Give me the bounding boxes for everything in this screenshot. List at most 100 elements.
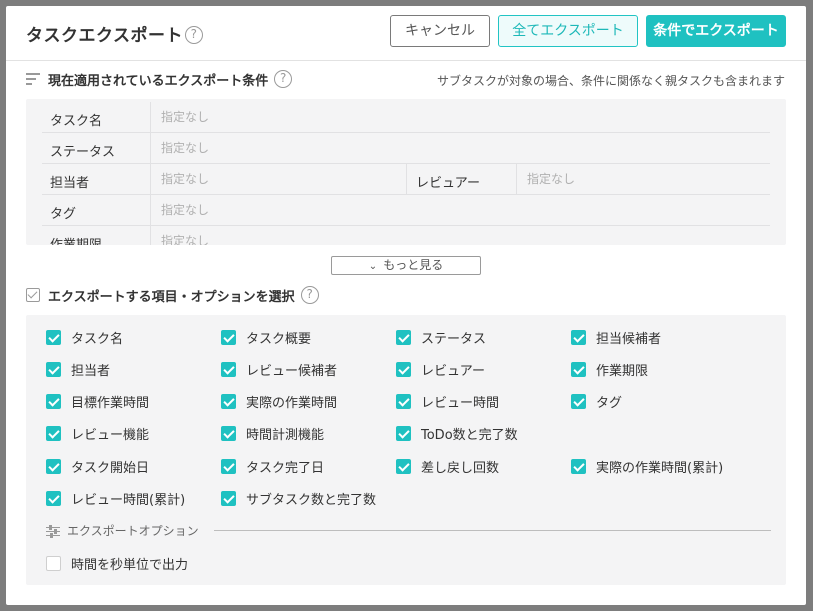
export-all-button[interactable]: 全てエクスポート [498, 15, 638, 47]
option-label: 担当候補者 [596, 331, 662, 347]
condition-value: 指定なし [150, 133, 209, 164]
option-assignee[interactable]: 担当者 [46, 359, 110, 379]
show-more-button[interactable]: ⌄ もっと見る [331, 256, 481, 275]
checkbox[interactable] [221, 393, 236, 409]
condition-value: 指定なし [150, 226, 209, 245]
checkbox[interactable] [46, 425, 61, 441]
option-review-feature[interactable]: レビュー機能 [46, 423, 149, 443]
option-target-work-time[interactable]: 目標作業時間 [46, 391, 149, 411]
condition-value: 指定なし [150, 195, 209, 226]
option-label: 時間を秒単位で出力 [71, 557, 189, 573]
export-options-heading: エクスポートオプション [46, 522, 199, 539]
option-label: サブタスク数と完了数 [246, 492, 377, 508]
condition-label: ステータス [50, 145, 116, 160]
option-todo-count[interactable]: ToDo数と完了数 [396, 423, 518, 443]
option-label: レビュー時間 [421, 395, 500, 411]
conditions-table: タスク名 指定なし ステータス 指定なし 担当者 指定なし レビュアー 指定なし… [26, 99, 786, 245]
checkbox[interactable] [46, 458, 61, 474]
checkbox[interactable] [571, 329, 586, 345]
chevron-down-icon: ⌄ [368, 261, 378, 272]
option-label: ステータス [421, 331, 487, 347]
divider [214, 530, 771, 531]
option-label: レビュー機能 [71, 427, 150, 443]
condition-label: 担当者 [50, 176, 90, 191]
checkbox[interactable] [221, 361, 236, 377]
option-review-time-total[interactable]: レビュー時間(累計) [46, 488, 185, 508]
option-status[interactable]: ステータス [396, 327, 486, 347]
option-task-summary[interactable]: タスク概要 [221, 327, 311, 347]
conditions-heading-label: 現在適用されているエクスポート条件 [48, 73, 269, 89]
option-label: 実際の作業時間(累計) [596, 460, 724, 476]
condition-label: 作業期限 [50, 234, 102, 245]
export-with-conditions-button[interactable]: 条件でエクスポート [646, 15, 786, 47]
condition-value: 指定なし [150, 164, 209, 195]
filter-icon [26, 73, 40, 85]
option-actual-work-time-total[interactable]: 実際の作業時間(累計) [571, 456, 723, 476]
help-icon[interactable]: ? [300, 286, 319, 304]
checkbox[interactable] [396, 425, 411, 441]
option-reviewer[interactable]: レビュアー [396, 359, 485, 379]
checkbox[interactable] [396, 329, 411, 345]
option-label: タスク名 [71, 331, 124, 347]
option-label: レビュアー [421, 363, 485, 379]
checkbox[interactable] [221, 458, 236, 474]
subtask-note: サブタスクが対象の場合、条件に関係なく親タスクも含まれます [436, 74, 785, 88]
condition-row-tag: タグ 指定なし [42, 195, 770, 226]
option-label: 時間計測機能 [246, 427, 325, 443]
option-seconds-unit[interactable]: 時間を秒単位で出力 [46, 553, 188, 573]
export-items-panel: タスク名 タスク概要 ステータス 担当候補者 担当者 レビュー候補者 レビュアー… [26, 315, 786, 585]
condition-label: レビュアー [416, 176, 480, 191]
checkbox[interactable] [571, 361, 586, 377]
export-options-label: エクスポートオプション [67, 524, 199, 538]
conditions-heading: 現在適用されているエクスポート条件 ? [26, 69, 293, 89]
option-tag[interactable]: タグ [571, 391, 622, 411]
checkbox-list-icon [26, 288, 40, 302]
option-reviewer-candidates[interactable]: レビュー候補者 [221, 359, 337, 379]
option-label: レビュー時間(累計) [71, 492, 186, 508]
cancel-button[interactable]: キャンセル [390, 15, 490, 47]
option-label: タスク開始日 [71, 460, 150, 476]
checkbox[interactable] [46, 490, 61, 506]
help-icon[interactable]: ? [185, 25, 203, 44]
items-heading: エクスポートする項目・オプションを選択 ? [26, 285, 319, 305]
option-label: ToDo数と完了数 [421, 427, 518, 443]
option-label: レビュー候補者 [246, 363, 338, 379]
option-label: 目標作業時間 [71, 395, 150, 411]
checkbox[interactable] [46, 555, 61, 571]
option-review-time[interactable]: レビュー時間 [396, 391, 499, 411]
checkbox[interactable] [396, 361, 411, 377]
checkbox[interactable] [221, 425, 236, 441]
option-label: タスク概要 [246, 331, 312, 347]
option-label: 実際の作業時間 [246, 395, 338, 411]
option-task-complete-date[interactable]: タスク完了日 [221, 456, 324, 476]
checkbox[interactable] [221, 329, 236, 345]
option-subtask-count[interactable]: サブタスク数と完了数 [221, 488, 376, 508]
checkbox[interactable] [571, 393, 586, 409]
option-task-name[interactable]: タスク名 [46, 327, 123, 347]
dialog-title: タスクエクスポート? [26, 21, 203, 46]
option-label: 担当者 [71, 363, 111, 379]
checkbox[interactable] [46, 329, 61, 345]
condition-row-due-date: 作業期限 指定なし [42, 226, 770, 245]
checkbox[interactable] [571, 458, 586, 474]
sliders-icon [46, 524, 60, 538]
option-task-start-date[interactable]: タスク開始日 [46, 456, 149, 476]
checkbox[interactable] [46, 393, 61, 409]
export-dialog: タスクエクスポート? キャンセル 全てエクスポート 条件でエクスポート 現在適用… [6, 6, 806, 605]
condition-value: 指定なし [150, 102, 209, 133]
option-time-tracking[interactable]: 時間計測機能 [221, 423, 324, 443]
option-assignee-candidates[interactable]: 担当候補者 [571, 327, 661, 347]
option-actual-work-time[interactable]: 実際の作業時間 [221, 391, 337, 411]
option-label: 作業期限 [596, 363, 649, 379]
condition-row-status: ステータス 指定なし [42, 133, 770, 164]
checkbox[interactable] [221, 490, 236, 506]
help-icon[interactable]: ? [274, 70, 293, 88]
option-due-date[interactable]: 作業期限 [571, 359, 648, 379]
option-sendback-count[interactable]: 差し戻し回数 [396, 456, 499, 476]
dialog-title-text: タスクエクスポート [26, 26, 183, 46]
condition-row-task-name: タスク名 指定なし [42, 102, 770, 133]
checkbox[interactable] [396, 393, 411, 409]
option-label: タスク完了日 [246, 460, 325, 476]
checkbox[interactable] [46, 361, 61, 377]
checkbox[interactable] [396, 458, 411, 474]
